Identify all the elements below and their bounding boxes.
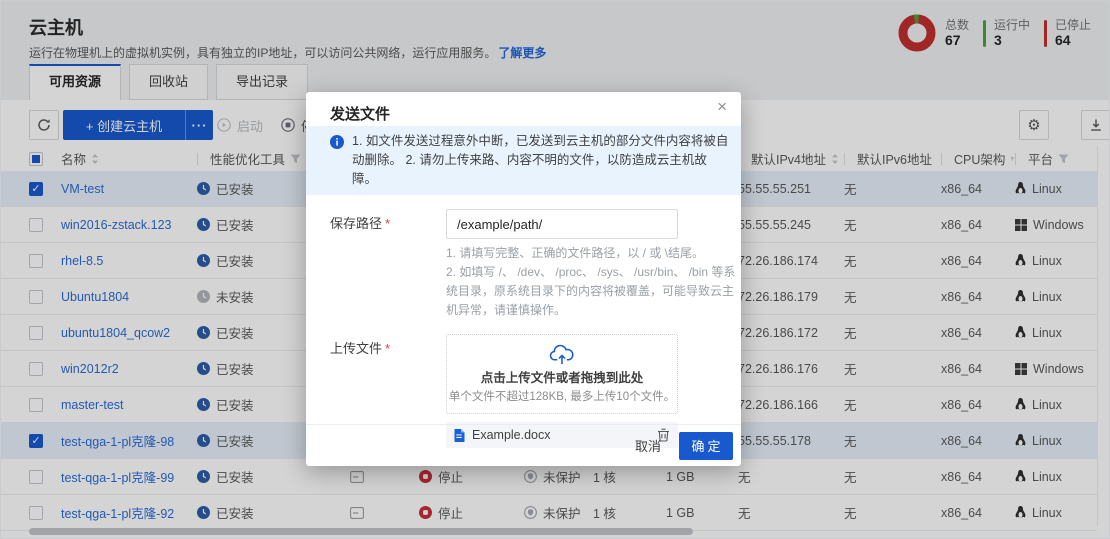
upload-file-label-text: 上传文件 — [330, 341, 382, 356]
save-path-label: 保存路径* — [330, 209, 446, 320]
vm-management-page: 云主机 运行在物理机上的虚拟机实例，具有独立的IP地址，可以访问公共网络，运行应… — [0, 0, 1110, 539]
save-path-row: 保存路径* 1. 请填写完整、正确的文件路径，以 / 或 \结尾。 2. 如填写… — [330, 209, 736, 320]
save-path-input[interactable] — [446, 209, 678, 239]
send-file-dialog: 发送文件 × 1. 如文件发送过程意外中断，已发送到云主机的部分文件内容将被自动… — [306, 92, 741, 466]
dialog-info-alert: 1. 如文件发送过程意外中断，已发送到云主机的部分文件内容将被自动删除。 2. … — [306, 126, 741, 195]
close-icon[interactable]: × — [717, 98, 727, 115]
upload-click-text: 点击上传文件或者拖拽到此处 — [481, 367, 644, 386]
required-asterisk: * — [385, 341, 390, 356]
cloud-upload-icon — [549, 344, 575, 365]
dialog-body: 保存路径* 1. 请填写完整、正确的文件路径，以 / 或 \结尾。 2. 如填写… — [306, 195, 741, 448]
save-path-hint-1: 1. 请填写完整、正确的文件路径，以 / 或 \结尾。 — [446, 244, 736, 263]
dialog-footer: 取消 确定 — [306, 424, 741, 466]
confirm-button[interactable]: 确定 — [679, 432, 733, 460]
upload-dropzone[interactable]: 点击上传文件或者拖拽到此处 单个文件不超过128KB, 最多上传10个文件。 — [446, 334, 678, 414]
cancel-button[interactable]: 取消 — [635, 436, 661, 455]
upload-size-hint: 单个文件不超过128KB, 最多上传10个文件。 — [449, 388, 675, 404]
required-asterisk: * — [385, 216, 390, 231]
info-icon — [330, 135, 344, 149]
alert-text: 1. 如文件发送过程意外中断，已发送到云主机的部分文件内容将被自动删除。 2. … — [352, 132, 729, 189]
save-path-hint-2: 2. 如填写 /、 /dev、 /proc、 /sys、 /usr/bin、 /… — [446, 263, 736, 320]
dialog-title: 发送文件 — [330, 106, 390, 123]
dialog-header: 发送文件 × — [306, 92, 741, 126]
save-path-label-text: 保存路径 — [330, 216, 382, 231]
save-path-hints: 1. 请填写完整、正确的文件路径，以 / 或 \结尾。 2. 如填写 /、 /d… — [446, 244, 736, 320]
